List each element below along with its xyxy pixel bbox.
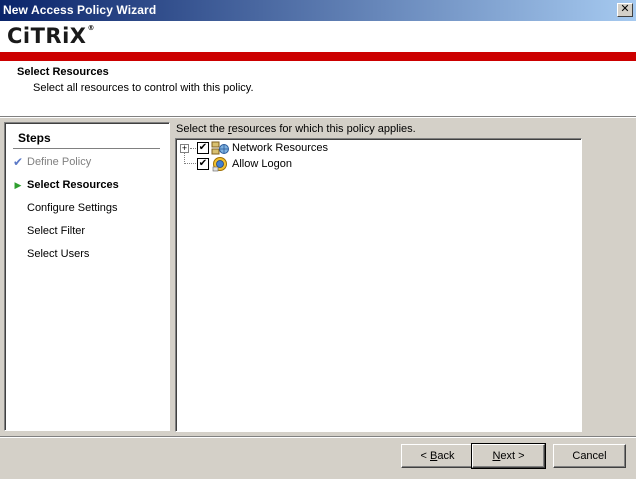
step-label: Select Resources: [27, 179, 119, 191]
close-button[interactable]: ✕: [617, 3, 633, 17]
tree-node-network-resources[interactable]: + ✔ Network Resources: [176, 140, 576, 156]
step-label: Select Users: [27, 248, 90, 260]
steps-heading: Steps: [18, 131, 51, 145]
wizard-header: CiTRiX® Select Resources Select all reso…: [0, 21, 636, 116]
allow-logon-icon: [212, 157, 227, 172]
title-bar: New Access Policy Wizard ✕: [0, 0, 636, 21]
step-define-policy: ✔ Define Policy: [5, 155, 165, 171]
cancel-button[interactable]: Cancel: [553, 444, 626, 468]
tree-connector: [190, 148, 196, 149]
steps-divider: [13, 148, 160, 149]
check-icon: ✔: [12, 155, 24, 169]
brand-bar: [0, 52, 636, 61]
tree-node-label: Network Resources: [232, 142, 328, 154]
step-select-resources: ▶ Select Resources: [5, 178, 165, 194]
steps-panel: Steps ✔ Define Policy ▶ Select Resources…: [4, 122, 170, 431]
step-label: Select Filter: [27, 225, 86, 237]
expand-icon[interactable]: +: [180, 144, 189, 153]
next-button[interactable]: Next >: [471, 443, 546, 469]
step-label: Define Policy: [27, 156, 92, 168]
header-divider: [0, 116, 636, 118]
tree-node-label: Allow Logon: [232, 158, 292, 170]
resources-tree[interactable]: + ✔ Network Resources ✔ Allow Logon: [175, 138, 582, 432]
allow-logon-checkbox[interactable]: ✔: [197, 158, 209, 170]
citrix-logo: CiTRiX®: [7, 24, 95, 48]
network-resources-icon: [211, 141, 229, 155]
window-title: New Access Policy Wizard: [3, 3, 157, 17]
page-title: Select Resources: [17, 66, 109, 78]
back-button[interactable]: < Back: [401, 444, 474, 468]
footer-divider: [0, 436, 636, 438]
arrow-right-icon: ▶: [14, 180, 22, 190]
step-select-filter: Select Filter: [5, 224, 165, 240]
close-icon: ✕: [620, 3, 630, 15]
resources-instruction: Select the resources for which this poli…: [176, 123, 416, 135]
step-label: Configure Settings: [27, 202, 118, 214]
network-resources-checkbox[interactable]: ✔: [197, 142, 209, 154]
page-subtitle: Select all resources to control with thi…: [33, 82, 254, 94]
tree-node-allow-logon[interactable]: ✔ Allow Logon: [176, 156, 576, 172]
step-select-users: Select Users: [5, 247, 165, 263]
step-configure-settings: Configure Settings: [5, 201, 165, 217]
